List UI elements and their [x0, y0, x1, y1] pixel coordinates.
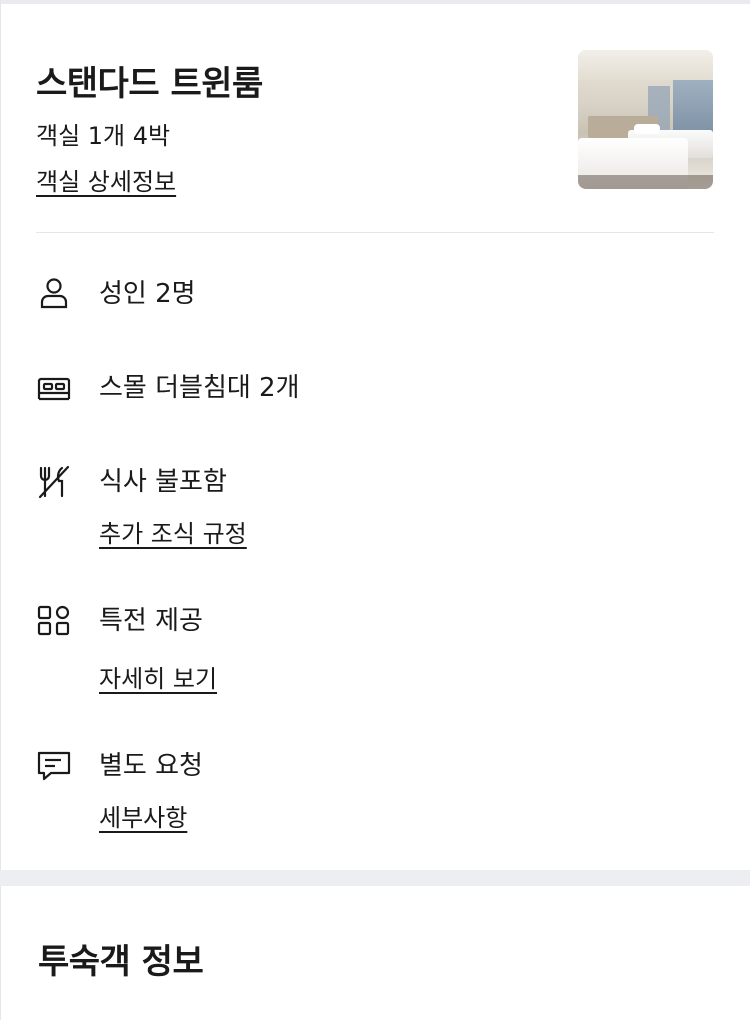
room-title: 스탠다드 트윈룸 [36, 64, 263, 104]
meal-label: 식사 불포함 [99, 467, 227, 497]
room-summary: 객실 1개 4박 [36, 122, 171, 150]
requests-label: 별도 요청 [99, 751, 203, 781]
bed-label: 스몰 더블침대 2개 [99, 373, 300, 403]
room-card: 스탠다드 트윈룸 객실 1개 4박 객실 상세정보 성인 2명 스몰 더블침대 … [0, 4, 750, 870]
room-details-link[interactable]: 객실 상세정보 [36, 162, 176, 197]
perks-icon [36, 603, 72, 639]
message-icon [36, 748, 72, 784]
perks-label: 특전 제공 [99, 606, 203, 636]
guest-info-title: 투숙객 정보 [38, 942, 204, 982]
breakfast-policy-link[interactable]: 추가 조식 규정 [99, 514, 247, 549]
perks-details-link[interactable]: 자세히 보기 [99, 659, 217, 694]
divider [36, 232, 714, 233]
room-photo[interactable] [578, 50, 713, 189]
requests-details-link[interactable]: 세부사항 [99, 798, 187, 833]
section-separator [0, 870, 750, 886]
guests-label: 성인 2명 [99, 279, 196, 309]
person-icon [36, 276, 72, 312]
bed-icon [36, 370, 72, 406]
no-meal-icon [36, 464, 72, 500]
